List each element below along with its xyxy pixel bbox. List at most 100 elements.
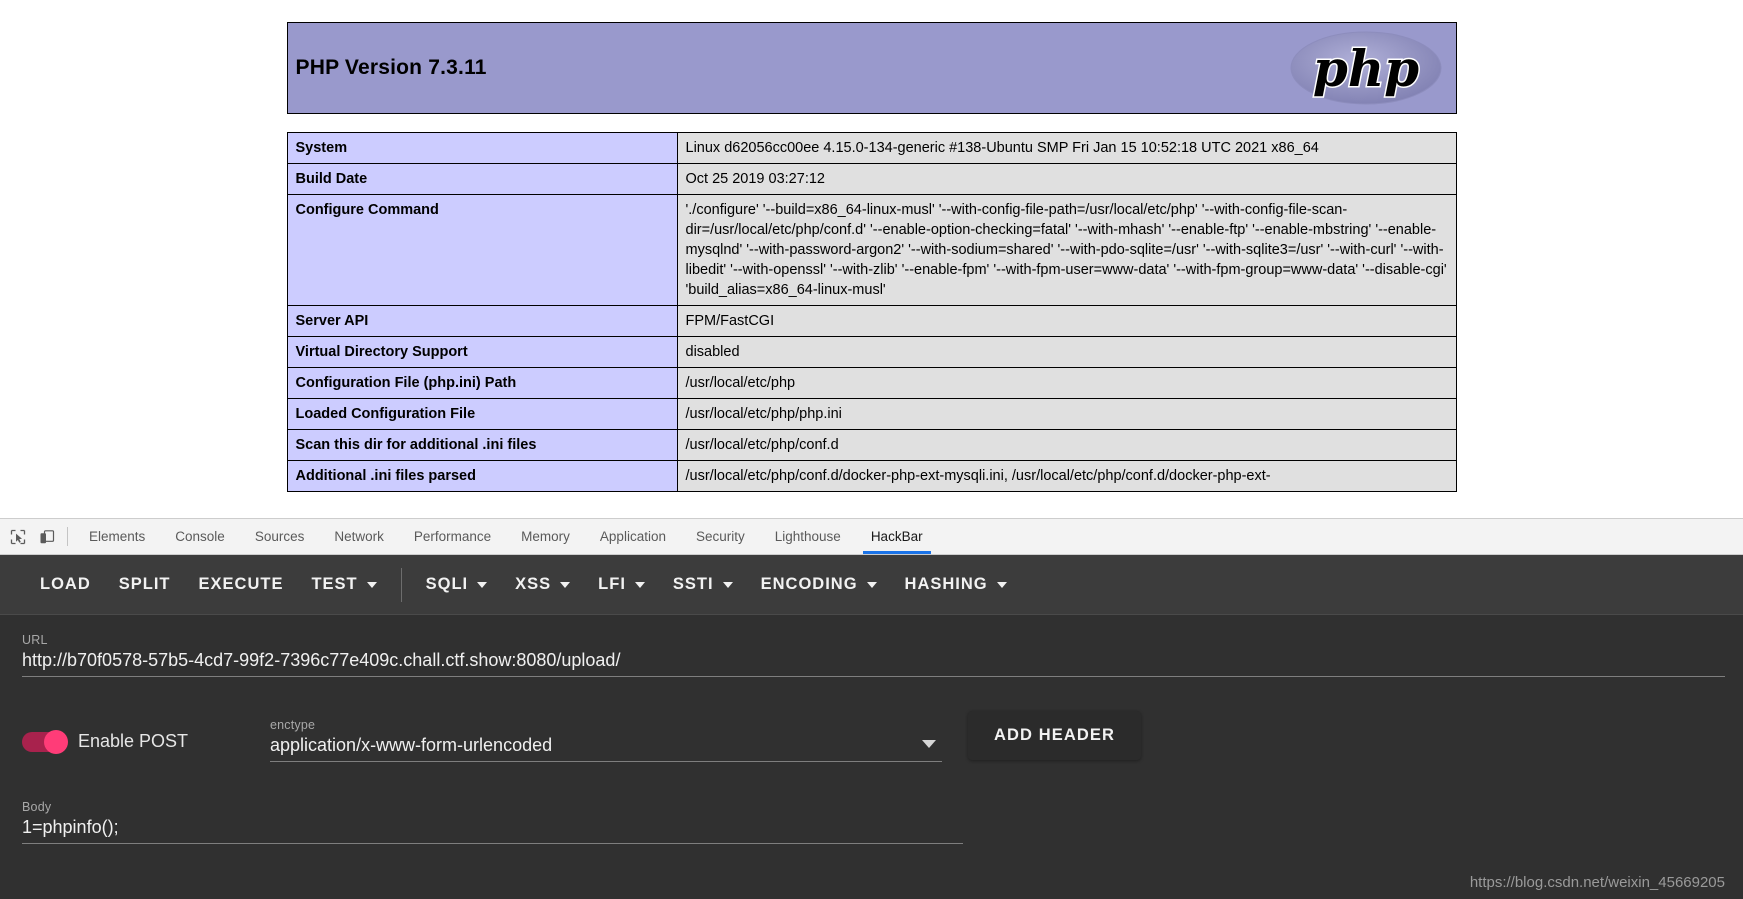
test-menu-label: TEST (311, 575, 358, 593)
table-row: Configure Command './configure' '--build=… (286, 194, 1457, 306)
device-toolbar-icon[interactable] (37, 527, 57, 547)
split-button[interactable]: SPLIT (105, 568, 185, 601)
sqli-menu-button[interactable]: SQLI (412, 568, 502, 601)
table-cell-value: /usr/local/etc/php/conf.d/docker-php-ext… (676, 460, 1457, 492)
php-logo-icon: php (1290, 29, 1442, 107)
enctype-label: enctype (270, 718, 316, 732)
table-cell-value: Linux d62056cc00ee 4.15.0-134-generic #1… (676, 132, 1457, 164)
load-button-label: LOAD (40, 575, 91, 593)
table-cell-value: /usr/local/etc/php (676, 367, 1457, 399)
load-button[interactable]: LOAD (26, 568, 105, 601)
inspect-element-icon[interactable] (8, 527, 28, 547)
table-row: Virtual Directory Support disabled (286, 336, 1457, 368)
url-underline (22, 676, 1725, 677)
add-header-button[interactable]: ADD HEADER (968, 711, 1142, 760)
table-cell-key: Build Date (286, 163, 678, 195)
encoding-menu-label: ENCODING (760, 575, 858, 593)
devtools-panel: Elements Console Sources Network Perform… (0, 518, 1743, 899)
tab-elements[interactable]: Elements (74, 519, 160, 554)
toggle-knob (44, 729, 68, 754)
table-row: Configuration File (php.ini) Path/usr/lo… (286, 367, 1457, 399)
ssti-menu-button[interactable]: SSTI (659, 568, 747, 601)
tab-hackbar[interactable]: HackBar (856, 519, 938, 554)
table-cell-key: Scan this dir for additional .ini files (286, 429, 678, 461)
sqli-menu-label: SQLI (425, 575, 469, 593)
tab-console[interactable]: Console (160, 519, 240, 554)
url-field[interactable]: URL http://b70f0578-57b5-4cd7-99f2-7396c… (22, 615, 1725, 677)
phpinfo-header: PHP Version 7.3.11 php (286, 22, 1457, 114)
tab-network[interactable]: Network (319, 519, 399, 554)
table-row: Server API FPM/FastCGI (286, 305, 1457, 337)
body-label: Body (22, 800, 52, 814)
toolbar-divider (400, 567, 402, 602)
test-menu-button[interactable]: TEST (297, 568, 390, 601)
tab-memory[interactable]: Memory (506, 519, 585, 554)
phpinfo-table-body: System Linux d62056cc00ee 4.15.0-134-gene… (286, 132, 1457, 492)
tab-security[interactable]: Security (681, 519, 760, 554)
hackbar-toolbar: LOAD SPLIT EXECUTE TEST SQLI XSS LFI SST… (0, 555, 1743, 615)
chevron-down-icon (634, 581, 645, 588)
devtools-tabbar: Elements Console Sources Network Perform… (0, 519, 1743, 555)
hashing-menu-label: HASHING (904, 575, 988, 593)
table-cell-value: /usr/local/etc/php/conf.d (676, 429, 1457, 461)
table-cell-value: './configure' '--build=x86_64-linux-musl… (676, 194, 1457, 306)
table-cell-value: /usr/local/etc/php/php.ini (676, 398, 1457, 430)
chevron-down-icon (366, 581, 377, 588)
enctype-select-row: application/x-www-form-urlencoded (270, 732, 942, 761)
tab-application[interactable]: Application (585, 519, 681, 554)
tab-sources[interactable]: Sources (240, 519, 320, 554)
table-cell-value: FPM/FastCGI (676, 305, 1457, 337)
url-label: URL (22, 633, 48, 647)
chevron-down-icon (560, 581, 571, 588)
enable-post-toggle[interactable]: Enable POST (22, 729, 270, 762)
devtools-tab-list: Elements Console Sources Network Perform… (74, 519, 938, 554)
table-row: Build Date Oct 25 2019 03:27:12 (286, 163, 1457, 195)
enable-post-label: Enable POST (78, 731, 189, 751)
table-row: Additional .ini files parsed/usr/local/e… (286, 460, 1457, 492)
phpinfo-table: System Linux d62056cc00ee 4.15.0-134-gene… (286, 132, 1457, 492)
table-cell-value: Oct 25 2019 03:27:12 (676, 163, 1457, 195)
lfi-menu-button[interactable]: LFI (584, 568, 659, 601)
table-cell-key: Additional .ini files parsed (286, 460, 678, 492)
chevron-down-icon[interactable] (922, 739, 936, 748)
encoding-menu-button[interactable]: ENCODING (747, 568, 891, 601)
post-row: Enable POST enctype application/x-www-fo… (22, 711, 1721, 762)
table-cell-key: System (286, 132, 678, 164)
watermark-text: https://blog.csdn.net/weixin_45669205 (1469, 874, 1725, 891)
page-title: PHP Version 7.3.11 (295, 56, 487, 79)
table-row: Scan this dir for additional .ini files /… (286, 429, 1457, 461)
tab-performance[interactable]: Performance (399, 519, 506, 554)
table-cell-key: Loaded Configuration File (286, 398, 678, 430)
url-input[interactable]: http://b70f0578-57b5-4cd7-99f2-7396c77e4… (22, 647, 1721, 676)
execute-button-label: EXECUTE (198, 575, 284, 593)
body-input[interactable]: 1=phpinfo(); (22, 814, 1721, 843)
browser-page-viewport: PHP Version 7.3.11 php System Linux d620… (0, 0, 1743, 518)
hackbar-form: URL http://b70f0578-57b5-4cd7-99f2-7396c… (0, 615, 1743, 899)
xss-menu-label: XSS (515, 575, 552, 593)
table-cell-value: disabled (676, 336, 1457, 368)
table-cell-key: Virtual Directory Support (286, 336, 678, 368)
phpinfo-content: PHP Version 7.3.11 php System Linux d620… (286, 0, 1457, 492)
split-button-label: SPLIT (118, 575, 171, 593)
chevron-down-icon (866, 581, 877, 588)
tab-lighthouse[interactable]: Lighthouse (760, 519, 856, 554)
execute-button[interactable]: EXECUTE (185, 568, 298, 601)
body-field[interactable]: Body 1=phpinfo(); (22, 800, 1721, 844)
svg-text:php: php (1312, 39, 1418, 98)
chevron-down-icon (996, 581, 1007, 588)
lfi-menu-label: LFI (598, 575, 626, 593)
hashing-menu-button[interactable]: HASHING (891, 568, 1021, 601)
enctype-value: application/x-www-form-urlencoded (270, 735, 553, 755)
devtools-left-icons (0, 519, 63, 554)
chevron-down-icon (722, 581, 733, 588)
table-row: Loaded Configuration File/usr/local/etc/… (286, 398, 1457, 430)
chevron-down-icon (477, 581, 488, 588)
toggle-switch-icon[interactable] (22, 729, 68, 754)
enctype-select[interactable]: enctype application/x-www-form-urlencode… (270, 718, 942, 762)
xss-menu-button[interactable]: XSS (501, 568, 584, 601)
table-cell-key: Server API (286, 305, 678, 337)
table-cell-key: Configure Command (286, 194, 678, 306)
ssti-menu-label: SSTI (672, 575, 714, 593)
toolbar-divider (67, 527, 68, 546)
enctype-underline (270, 761, 942, 762)
